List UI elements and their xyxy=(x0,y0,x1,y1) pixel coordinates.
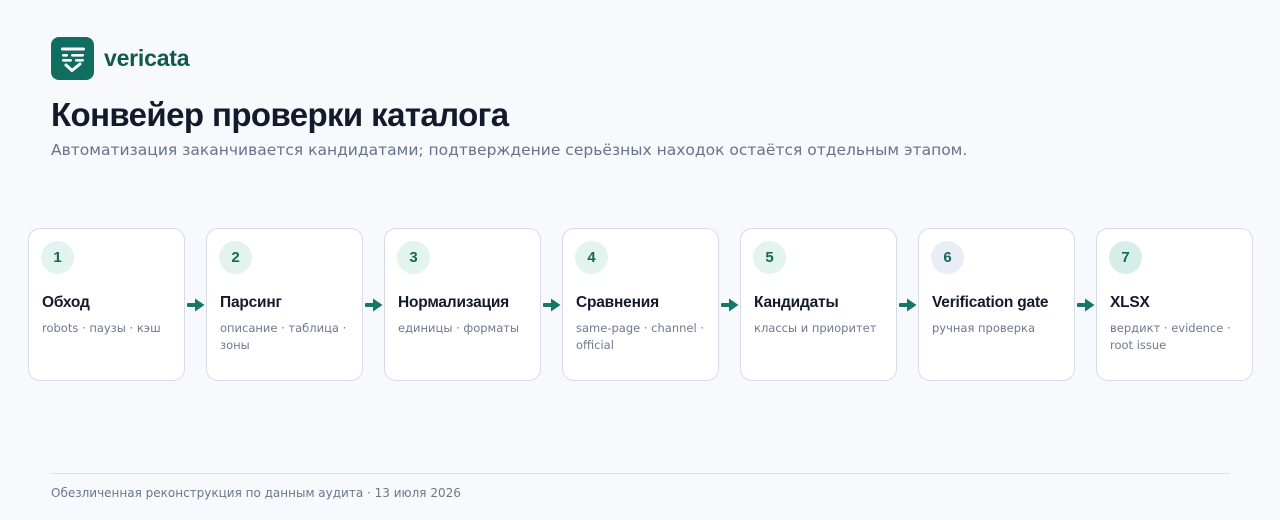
stage-title: Кандидаты xyxy=(754,294,839,311)
brand: vericata xyxy=(51,37,190,80)
stage-title: XLSX xyxy=(1110,294,1150,311)
stage-title: Нормализация xyxy=(398,294,510,311)
footer-divider xyxy=(51,473,1230,474)
stage-description: классы и приоритет xyxy=(754,321,877,335)
stage-title: Verification gate xyxy=(932,294,1049,311)
stage-title: Парсинг xyxy=(220,294,282,311)
stage-description: same-page · channel · official xyxy=(576,321,704,352)
stage-card: 4 Сравнения same-page · channel · official xyxy=(562,228,719,381)
arrow-right-icon xyxy=(541,228,562,381)
stage-card: 7 XLSX вердикт · evidence · root issue xyxy=(1096,228,1253,381)
arrow-right-icon xyxy=(1075,228,1096,381)
arrow-right-icon xyxy=(185,228,206,381)
stage-number-badge: 4 xyxy=(575,241,608,274)
stage-number-badge: 2 xyxy=(219,241,252,274)
page-title: Конвейер проверки каталога xyxy=(51,96,509,133)
stage-description: ручная проверка xyxy=(932,321,1036,335)
stage-title: Обход xyxy=(42,294,90,311)
footer-text: Обезличенная реконструкция по данным ауд… xyxy=(51,486,461,500)
arrow-right-icon xyxy=(897,228,918,381)
pipeline: 1 Обход robots · паузы · кэш 2 Парсинг описан… xyxy=(28,228,1253,381)
stage-number-badge: 1 xyxy=(41,241,74,274)
stage-number-badge: 6 xyxy=(931,241,964,274)
stage-card: 6 Verification gate ручная проверка xyxy=(918,228,1075,381)
stage-number-badge: 7 xyxy=(1109,241,1142,274)
stage-card: 1 Обход robots · паузы · кэш xyxy=(28,228,185,381)
arrow-right-icon xyxy=(719,228,740,381)
stage-title: Сравнения xyxy=(576,294,659,311)
stage-number-badge: 3 xyxy=(397,241,430,274)
stage-description: единицы · форматы xyxy=(398,321,520,335)
stage-number-badge: 5 xyxy=(753,241,786,274)
stage-description: вердикт · evidence · root issue xyxy=(1110,321,1231,352)
checklist-icon xyxy=(51,37,94,80)
stage-card: 5 Кандидаты классы и приоритет xyxy=(740,228,897,381)
brand-name: vericata xyxy=(104,45,190,71)
stage-card: 2 Парсинг описание · таблица · зоны xyxy=(206,228,363,381)
arrow-right-icon xyxy=(363,228,384,381)
page-subtitle: Автоматизация заканчивается кандидатами;… xyxy=(51,141,968,159)
stage-description: описание · таблица · зоны xyxy=(220,321,347,352)
stage-card: 3 Нормализация единицы · форматы xyxy=(384,228,541,381)
stage-description: robots · паузы · кэш xyxy=(42,321,161,335)
